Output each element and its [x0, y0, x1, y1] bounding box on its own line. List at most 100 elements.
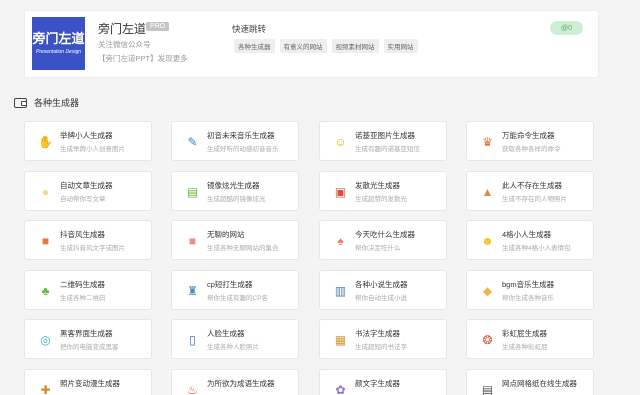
generator-card[interactable]: ♨ 为所欲为成语生成器 [171, 369, 299, 395]
generator-card[interactable]: ☺ 诺基亚图片生成器 生成有趣的诺基亚短信 [319, 121, 447, 161]
flower-icon: ✿ [335, 382, 346, 395]
card-description: 生成有趣的诺基亚短信 [355, 146, 420, 153]
generator-card[interactable]: ✿ 颜文字生成器 [319, 369, 447, 395]
card-title: 二维码生成器 [60, 280, 105, 289]
brand-logo[interactable]: 旁门左道 Presentation Design [32, 17, 85, 70]
card-title: 人脸生成器 [207, 329, 245, 338]
card-description: 生成各种二维码 [60, 295, 106, 302]
profile-description: 关注微信公众号 [98, 40, 151, 49]
snorkel-icon: ◎ [40, 332, 51, 347]
chick-icon: ● [41, 184, 50, 199]
card-title: 抖音风生成器 [60, 230, 105, 239]
quick-tag[interactable]: 视频素材网站 [331, 39, 379, 53]
torch-icon: ♨ [187, 382, 198, 395]
quick-tag[interactable]: 各种生成器 [234, 39, 275, 53]
ice-cream-icon: ♠ [337, 233, 344, 248]
generator-card[interactable]: ▤ 镜像炫光生成器 生成超酷的镜像炫光 [171, 171, 299, 211]
card-description: 把你的电脑变成黑客 [60, 344, 119, 351]
card-description: 生成不存在的人物照片 [502, 196, 567, 203]
face-icon: ☺ [334, 134, 347, 149]
generator-card[interactable]: ▥ 各种小说生成器 帮你自动生成小说 [319, 270, 447, 310]
card-title: 网点网格纸在线生成器 [502, 379, 577, 388]
generator-card[interactable]: ♜ cp短打生成器 帮你生成有趣的CP名 [171, 270, 299, 310]
card-title: 举牌小人生成器 [60, 131, 113, 140]
page: 旁门左道 Presentation Design 旁门左道 PRO 关注微信公众… [0, 0, 640, 395]
card-title: 4格小人生成器 [502, 230, 552, 239]
card-description: 生成各种彩虹屁 [502, 344, 548, 351]
card-description: 生成各种人脸照片 [207, 344, 259, 351]
quick-tag[interactable]: 有意义的网站 [279, 39, 327, 53]
card-title: 黑客界面生成器 [60, 329, 113, 338]
block-face-icon: ■ [188, 233, 197, 248]
card-description: 帮你决定吃什么 [355, 245, 401, 252]
egg-icon: ❂ [482, 332, 493, 347]
generator-card[interactable]: ■ 无聊的网站生成各种无聊网站的集合 [171, 220, 299, 260]
card-description: 生成好听的动感初音音乐 [207, 146, 279, 153]
key-icon: ✚ [40, 382, 51, 395]
generator-card[interactable]: ♠ 今天吃什么生成器 帮你决定吃什么 [319, 220, 447, 260]
quick-tag[interactable]: 实用网站 [383, 39, 418, 53]
smile-icon: ☻ [481, 233, 494, 248]
card-description: 生成各种无聊网站的集合 [207, 245, 279, 252]
generator-card[interactable]: ♛ 万能命令生成器 获取各种各样的命令 [466, 121, 594, 161]
card-description: 帮你生成有趣的CP名 [207, 295, 269, 302]
pen-icon: ✎ [187, 134, 198, 149]
generator-card[interactable]: ◎ 黑客界面生成器 把你的电脑变成黑客 [24, 319, 152, 359]
card-description: 生成各种4格小人表情包 [502, 245, 571, 252]
card-title: 初音未来音乐生成器 [207, 131, 275, 140]
generator-card[interactable]: ▯ 人脸生成器生成各种人脸照片 [171, 319, 299, 359]
wallet-icon [14, 97, 27, 108]
card-title: 发散光生成器 [355, 181, 400, 190]
phone-icon: ▯ [189, 332, 196, 347]
badge-icon: ◆ [482, 283, 493, 298]
qr-frog-icon: ♣ [41, 283, 50, 298]
generator-card[interactable]: ✎ 初音未来音乐生成器 生成好听的动感初音音乐 [171, 121, 299, 161]
card-title: bgm音乐生成器 [502, 280, 555, 289]
generator-card[interactable]: ✚ 照片变动漫生成器 [24, 369, 152, 395]
pro-badge: PRO [146, 22, 170, 31]
card-title: 镜像炫光生成器 [207, 181, 260, 190]
generator-card[interactable]: ▤ 网点网格纸在线生成器 [466, 369, 594, 395]
generator-card[interactable]: ✋ 举牌小人生成器生成举牌小人创意图片 [24, 121, 152, 161]
logo-subtext: Presentation Design [35, 48, 82, 55]
card-title: 自动文章生成器 [60, 181, 113, 190]
generator-card[interactable]: ■ 抖音风生成器 生成抖音风文字或图片 [24, 220, 152, 260]
card-title: 彩虹屁生成器 [502, 329, 547, 338]
stack-icon: ▤ [186, 184, 199, 199]
sign-person-icon: ✋ [38, 134, 53, 149]
bottle-icon: ♜ [187, 283, 198, 298]
card-description: 生成举牌小人创意图片 [60, 146, 125, 153]
ink-box-icon: ▦ [334, 332, 347, 347]
card-title: 今天吃什么生成器 [355, 230, 415, 239]
profile-more-link[interactable]: 【旁门左道PPT】发现更多 [98, 53, 188, 64]
card-title: 颜文字生成器 [355, 379, 400, 388]
card-title: 照片变动漫生成器 [60, 379, 120, 388]
card-title: 万能命令生成器 [502, 131, 555, 140]
generator-card[interactable]: ◆ bgm音乐生成器 帮你生成各种音乐 [466, 270, 594, 310]
card-description: 生成超赞的发散光 [355, 196, 407, 203]
trophy-icon: ♛ [482, 134, 493, 149]
card-description: 帮你自动生成小说 [355, 295, 407, 302]
generator-card[interactable]: ▣ 发散光生成器 生成超赞的发散光 [319, 171, 447, 211]
generator-card[interactable]: ▲ 此人不存在生成器 生成不存在的人物照片 [466, 171, 594, 211]
card-title: 书法字生成器 [355, 329, 400, 338]
card-title: 此人不存在生成器 [502, 181, 562, 190]
count-badge[interactable]: @0 [550, 21, 583, 35]
card-description: 获取各种各样的命令 [502, 146, 561, 153]
document-icon: ▤ [481, 382, 494, 395]
generator-card[interactable]: ▦ 书法字生成器 生成超短的书法字 [319, 319, 447, 359]
card-description: 帮你生成各种音乐 [502, 295, 554, 302]
profile-card: 旁门左道 Presentation Design 旁门左道 PRO 关注微信公众… [24, 10, 599, 78]
section-header: 各种生成器 [14, 96, 79, 109]
generator-card[interactable]: ● 自动文章生成器 自动帮你写文章 [24, 171, 152, 211]
card-title: 无聊的网站 [207, 230, 245, 239]
card-title: 为所欲为成语生成器 [207, 379, 275, 388]
generator-card[interactable]: ☻ 4格小人生成器生成各种4格小人表情包 [466, 220, 594, 260]
quick-jump-title: 快速跳转 [232, 24, 267, 34]
generator-card[interactable]: ❂ 彩虹屁生成器 生成各种彩虹屁 [466, 319, 594, 359]
generator-card[interactable]: ♣ 二维码生成器 生成各种二维码 [24, 270, 152, 310]
profile-name: 旁门左道 [98, 22, 147, 36]
card-description: 自动帮你写文章 [60, 196, 106, 203]
card-title: 诺基亚图片生成器 [355, 131, 415, 140]
section-title: 各种生成器 [34, 98, 80, 108]
